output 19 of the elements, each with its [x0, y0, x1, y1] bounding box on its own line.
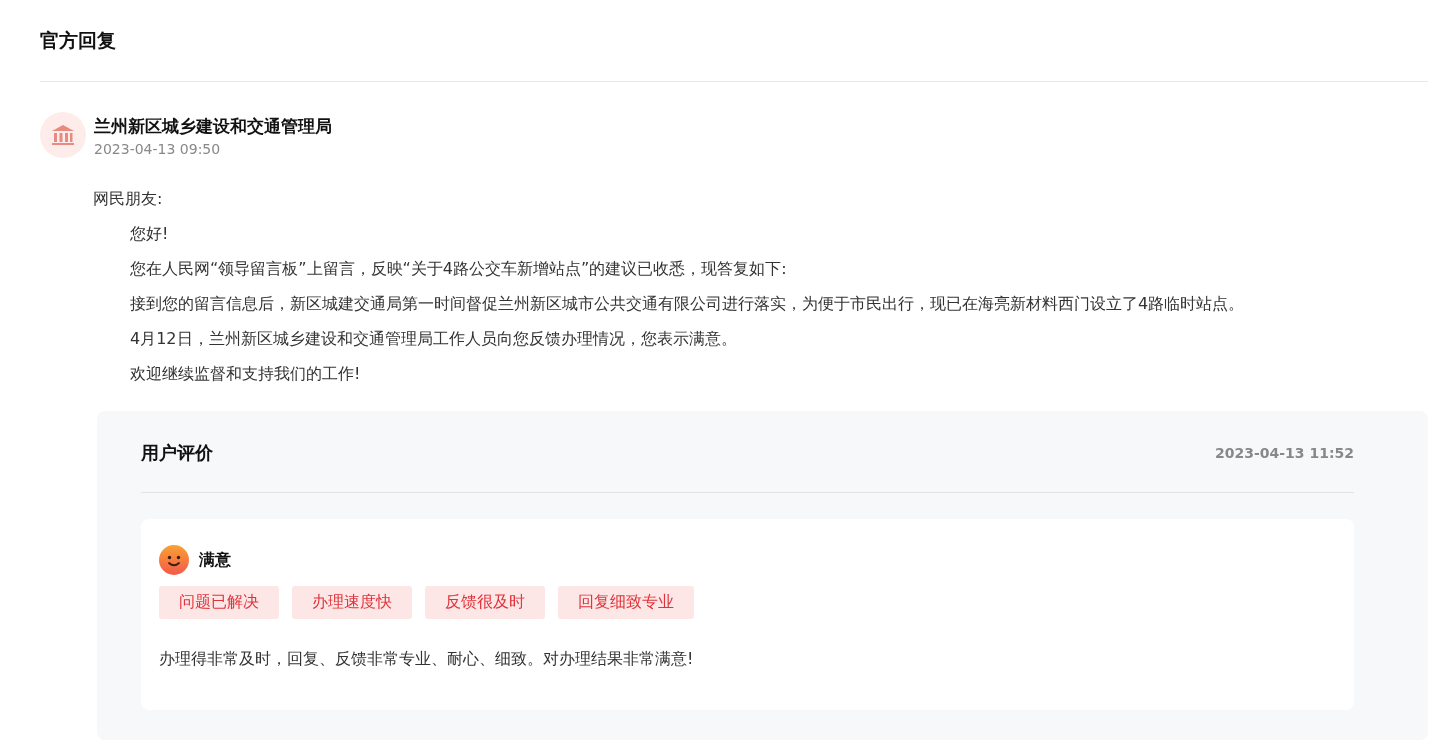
author-name: 兰州新区城乡建设和交通管理局 — [94, 115, 332, 138]
evaluation-tag: 办理速度快 — [292, 586, 412, 619]
smiley-face-icon — [159, 545, 189, 575]
evaluation-tag: 问题已解决 — [159, 586, 279, 619]
evaluation-comment: 办理得非常及时，回复、反馈非常专业、耐心、细致。对办理结果非常满意! — [159, 649, 695, 670]
salutation: 网民朋友: — [93, 188, 164, 210]
reply-paragraph: 欢迎继续监督和支持我们的工作! — [129, 363, 362, 385]
rating-label: 满意 — [199, 549, 231, 571]
building-icon — [40, 112, 86, 158]
evaluation-time: 2023-04-13 11:52 — [1215, 445, 1354, 461]
reply-time: 2023-04-13 09:50 — [94, 140, 222, 159]
reply-paragraph: 您在人民网“领导留言板”上留言，反映“关于4路公交车新增站点”的建议已收悉，现答复如下: — [129, 258, 788, 280]
section-title: 官方回复 — [40, 28, 117, 53]
evaluation-tag: 回复细致专业 — [558, 586, 694, 619]
reply-paragraph: 4月12日，兰州新区城乡建设和交通管理局工作人员向您反馈办理情况，您表示满意。 — [129, 328, 738, 350]
reply-paragraph: 接到您的留言信息后，新区城建交通局第一时间督促兰州新区城市公共交通有限公司进行落实，为便于市民出行，现已在海亮新材料西门设立了4路临时站点。 — [129, 293, 1246, 315]
evaluation-tag: 反馈很及时 — [425, 586, 545, 619]
reply-paragraph: 您好! — [129, 223, 170, 245]
evaluation-title: 用户评价 — [141, 441, 213, 465]
